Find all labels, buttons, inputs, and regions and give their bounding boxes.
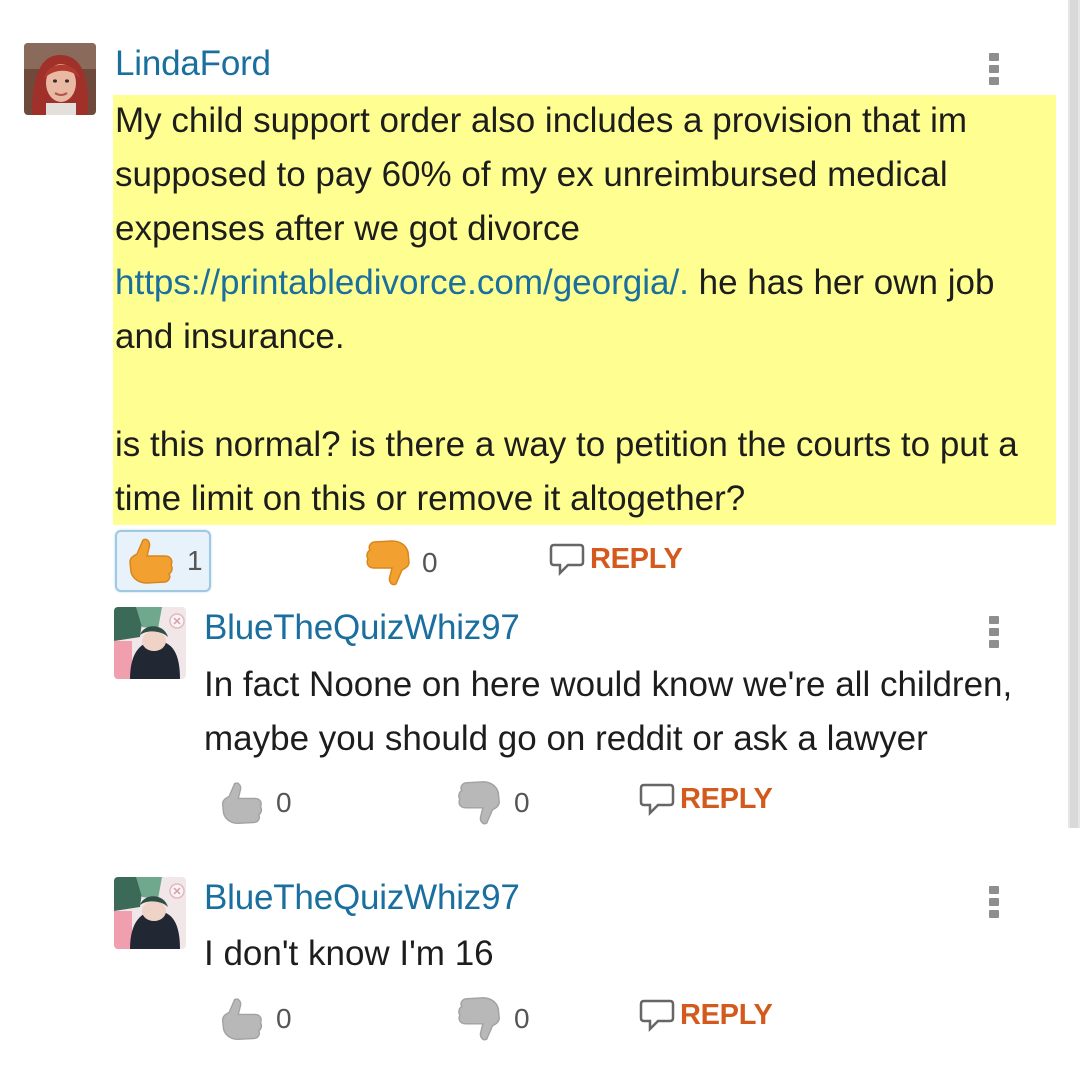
upvote-count: 0	[276, 787, 292, 818]
comment-bubble-icon	[639, 999, 675, 1033]
comment-line: maybe you should go on reddit or ask a l…	[204, 719, 928, 758]
thumbs-up-icon	[129, 538, 173, 584]
upvote-button[interactable]: 1	[115, 530, 211, 592]
reply-button[interactable]: REPLY	[548, 541, 683, 577]
reply-label: REPLY	[590, 542, 683, 575]
reply-label: REPLY	[680, 998, 773, 1031]
reply-button[interactable]: REPLY	[638, 997, 773, 1033]
upvote-count: 0	[276, 1003, 292, 1034]
thumbs-up-icon	[221, 782, 263, 825]
comment-line: time limit on this or remove it altogeth…	[115, 479, 746, 518]
comment-text: I don't know I'm 16	[204, 927, 1054, 981]
comment-bubble-icon	[639, 783, 675, 817]
comment-bubble-icon	[549, 543, 585, 577]
comment-author[interactable]: BlueTheQuizWhiz97	[204, 608, 520, 648]
avatar-bluethequizwhiz97[interactable]	[114, 877, 186, 949]
reply-button[interactable]: REPLY	[638, 781, 773, 817]
comment-line: My child support order also includes a p…	[115, 101, 968, 140]
downvote-button[interactable]: 0	[456, 779, 530, 827]
upvote-button[interactable]: 0	[218, 995, 292, 1043]
more-vertical-icon[interactable]	[988, 616, 1000, 652]
thumbs-up-icon	[221, 998, 263, 1041]
comment-text: My child support order also includes a p…	[115, 94, 1055, 526]
scrollbar[interactable]	[1068, 0, 1080, 828]
upvote-button[interactable]: 0	[218, 779, 292, 827]
comment-author[interactable]: LindaFord	[115, 44, 271, 84]
comment-line: expenses after we got divorce	[115, 209, 580, 248]
downvote-button[interactable]: 0	[366, 538, 438, 588]
avatar-lindaford[interactable]	[24, 43, 96, 115]
comment-link[interactable]: https://printabledivorce.com/georgia/.	[115, 263, 689, 302]
comment-text: In fact Noone on here would know we're a…	[204, 658, 1054, 766]
avatar-image	[24, 43, 96, 115]
reply-label: REPLY	[680, 782, 773, 815]
comment-author[interactable]: BlueTheQuizWhiz97	[204, 878, 520, 918]
avatar-image	[114, 877, 186, 949]
upvote-count: 1	[187, 545, 203, 576]
thumbs-down-icon	[458, 781, 500, 825]
downvote-count: 0	[422, 547, 438, 578]
more-vertical-icon[interactable]	[988, 886, 1000, 922]
comment-line: is this normal? is there a way to petiti…	[115, 425, 1018, 464]
avatar-bluethequizwhiz97[interactable]	[114, 607, 186, 679]
comment-line: I don't know I'm 16	[204, 934, 494, 973]
comment-line: https://printabledivorce.com/georgia/. h…	[115, 256, 1055, 310]
comment-blank-line	[115, 364, 1055, 418]
comment-line: supposed to pay 60% of my ex unreimburse…	[115, 155, 948, 194]
downvote-count: 0	[514, 787, 530, 818]
more-vertical-icon[interactable]	[988, 53, 1000, 89]
comment-line-tail: he has her own job	[688, 263, 995, 302]
avatar-image	[114, 607, 186, 679]
downvote-count: 0	[514, 1003, 530, 1034]
thumbs-down-icon	[458, 997, 500, 1041]
comment-line: and insurance.	[115, 317, 345, 356]
thumbs-down-icon	[366, 540, 410, 586]
comments-thread: LindaFord My child support order also in…	[0, 0, 1080, 1079]
downvote-button[interactable]: 0	[456, 995, 530, 1043]
comment-line: In fact Noone on here would know we're a…	[204, 665, 1013, 704]
